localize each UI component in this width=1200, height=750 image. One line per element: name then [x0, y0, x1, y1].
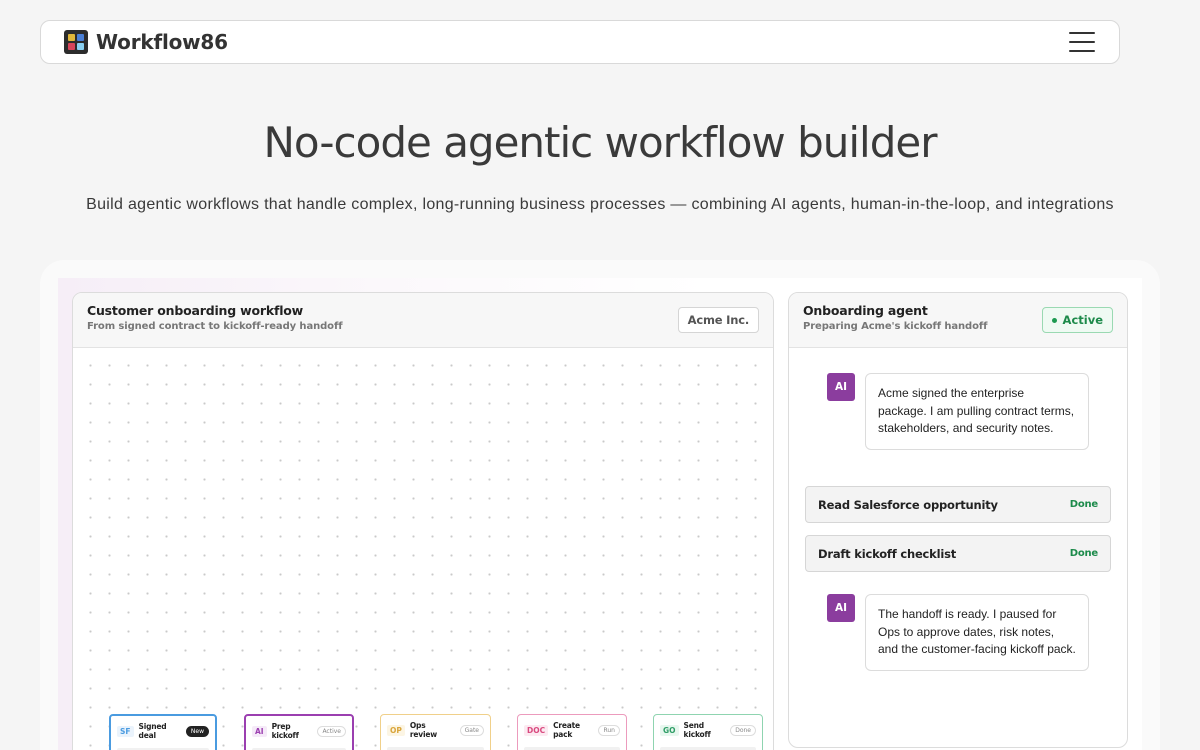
agent-card-header: Onboarding agent Preparing Acme's kickof… — [789, 293, 1127, 348]
node-badge: Done — [730, 724, 756, 736]
hamburger-menu-icon[interactable] — [1069, 32, 1095, 52]
task-status: Done — [1069, 499, 1098, 510]
node-badge: Run — [598, 724, 620, 736]
workflow-canvas[interactable] — [73, 348, 773, 750]
top-navbar: Workflow86 — [40, 20, 1120, 64]
node-badge: Active — [317, 725, 346, 737]
task-label: Draft kickoff checklist — [818, 546, 957, 561]
agent-task[interactable]: Draft kickoff checklist Done — [805, 535, 1111, 572]
ai-avatar: AI — [827, 373, 855, 401]
node-code: AI — [252, 725, 267, 737]
workflow86-logo-icon[interactable] — [64, 30, 88, 54]
node-code: GO — [660, 724, 679, 736]
agent-message: AI The handoff is ready. I paused for Op… — [827, 594, 1089, 671]
workflow-card: Customer onboarding workflow From signed… — [72, 292, 774, 750]
workflow-node-ops-review[interactable]: OP Ops review Gate — [380, 714, 491, 750]
agent-status-label: Active — [1062, 313, 1103, 327]
workflow-node-send-kickoff[interactable]: GO Send kickoff Done — [653, 714, 763, 750]
hero-title: No-code agentic workflow builder — [263, 118, 938, 167]
node-code: DOC — [524, 724, 549, 736]
node-title: Ops review — [409, 721, 437, 739]
node-badge: Gate — [459, 724, 484, 736]
status-dot-icon — [1051, 317, 1057, 323]
workflow-node-prep-kickoff[interactable]: AI Prep kickoff Active — [244, 714, 354, 750]
task-status: Done — [1069, 548, 1098, 559]
workflow-title: Customer onboarding workflow — [87, 303, 304, 318]
brand-name[interactable]: Workflow86 — [96, 30, 228, 54]
node-badge: New — [185, 725, 209, 737]
task-label: Read Salesforce opportunity — [818, 497, 998, 512]
hero-subtitle: Build agentic workflows that handle comp… — [86, 196, 1114, 213]
node-code: SF — [117, 725, 134, 737]
workflow-node-signed-deal[interactable]: SF Signed deal New — [109, 714, 217, 750]
workflow-card-header: Customer onboarding workflow From signed… — [73, 293, 773, 348]
node-title: Prep kickoff — [271, 722, 299, 740]
agent-card: Onboarding agent Preparing Acme's kickof… — [788, 292, 1128, 748]
node-title: Send kickoff — [683, 721, 711, 739]
workflow-node-create-pack[interactable]: DOC Create pack Run — [517, 714, 627, 750]
message-bubble: Acme signed the enterprise package. I am… — [865, 373, 1089, 450]
message-bubble: The handoff is ready. I paused for Ops t… — [865, 594, 1089, 671]
agent-message: AI Acme signed the enterprise package. I… — [827, 373, 1089, 450]
workflow-subtitle: From signed contract to kickoff-ready ha… — [87, 321, 343, 332]
agent-task[interactable]: Read Salesforce opportunity Done — [805, 486, 1111, 523]
node-code: OP — [387, 724, 405, 736]
ai-avatar: AI — [827, 594, 855, 622]
node-title: Signed deal — [138, 722, 167, 740]
node-title: Create pack — [553, 721, 580, 739]
agent-status-badge: Active — [1041, 307, 1113, 333]
org-tag[interactable]: Acme Inc. — [677, 307, 759, 333]
